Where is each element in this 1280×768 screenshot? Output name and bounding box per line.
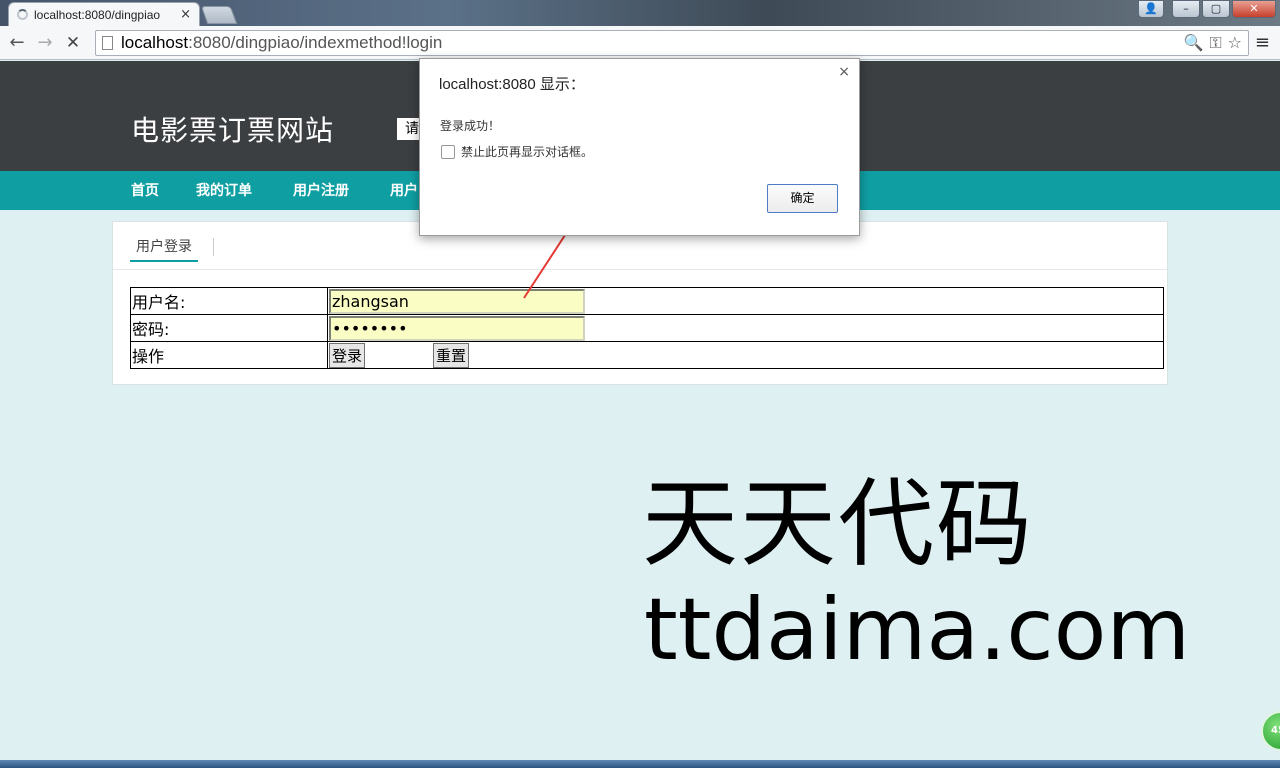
tab-user-login[interactable]: 用户登录 xyxy=(130,236,198,262)
browser-titlebar: localhost:8080/dingpiao × 👤 – ▢ ✕ xyxy=(0,0,1280,26)
loading-spinner-icon xyxy=(17,9,28,20)
action-cell: 登录 重置 xyxy=(327,341,1164,369)
address-bar-actions: 🔍 ⚿ ☆ xyxy=(1184,33,1242,53)
suppress-dialogs-checkbox[interactable] xyxy=(441,144,455,159)
site-title: 电影票订票网站 xyxy=(131,114,335,147)
os-taskbar xyxy=(0,760,1280,768)
password-cell xyxy=(327,314,1164,342)
dialog-ok-button[interactable]: 确定 xyxy=(767,184,838,213)
floating-badge[interactable]: 45 xyxy=(1261,711,1280,751)
bookmark-star-icon[interactable]: ☆ xyxy=(1228,33,1242,53)
password-label: 密码: xyxy=(130,314,328,342)
minimize-button[interactable]: – xyxy=(1172,0,1200,18)
dialog-message: 登录成功！ xyxy=(440,119,501,133)
username-field[interactable] xyxy=(329,288,585,314)
suppress-dialogs-option: 禁止此页再显示对话框。 xyxy=(441,143,593,160)
key-icon[interactable]: ⚿ xyxy=(1209,33,1221,53)
browser-menu-icon[interactable]: ≡ xyxy=(1255,32,1270,53)
zoom-icon[interactable]: 🔍 xyxy=(1184,33,1204,53)
nav-item-my-orders[interactable]: 我的订单 xyxy=(196,180,252,200)
username-label: 用户名: xyxy=(130,287,328,315)
stop-loading-icon[interactable]: ✕ xyxy=(62,32,84,54)
login-button[interactable]: 登录 xyxy=(329,342,366,368)
nav-item-user[interactable]: 用户 xyxy=(390,180,418,200)
tab-close-icon[interactable]: × xyxy=(180,7,191,22)
new-tab-button[interactable] xyxy=(200,6,238,24)
nav-item-register[interactable]: 用户注册 xyxy=(293,180,349,200)
reset-button[interactable]: 重置 xyxy=(433,342,470,368)
tab-title: localhost:8080/dingpiao xyxy=(34,7,161,22)
password-field[interactable] xyxy=(329,315,585,341)
browser-toolbar: ← → ✕ localhost:8080/dingpiao/indexmetho… xyxy=(0,26,1280,60)
username-cell xyxy=(327,287,1164,315)
dialog-close-icon[interactable]: × xyxy=(838,64,850,80)
login-form-table: 用户名: 密码: 操作 登录 重置 xyxy=(130,287,1164,369)
address-url: localhost:8080/dingpiao/indexmethod!logi… xyxy=(121,33,443,52)
window-close-button[interactable]: ✕ xyxy=(1232,0,1276,18)
nav-item-home[interactable]: 首页 xyxy=(131,180,159,200)
watermark-cn: 天天代码 xyxy=(642,468,1034,580)
forward-arrow-icon[interactable]: → xyxy=(34,32,56,54)
table-row: 操作 登录 重置 xyxy=(130,341,1164,369)
page-icon xyxy=(102,36,113,50)
tab-divider xyxy=(213,238,214,256)
alert-dialog: × localhost:8080 显示： 登录成功！ 禁止此页再显示对话框。 确… xyxy=(419,58,860,236)
window-controls: 👤 – ▢ ✕ xyxy=(1138,0,1276,18)
back-arrow-icon[interactable]: ← xyxy=(6,32,28,54)
table-row: 用户名: xyxy=(130,287,1164,315)
dialog-title: localhost:8080 显示： xyxy=(439,76,585,93)
maximize-button[interactable]: ▢ xyxy=(1202,0,1230,18)
user-profile-icon[interactable]: 👤 xyxy=(1138,0,1164,18)
address-bar[interactable]: localhost:8080/dingpiao/indexmethod!logi… xyxy=(95,30,1249,56)
action-label: 操作 xyxy=(130,341,328,369)
suppress-dialogs-label[interactable]: 禁止此页再显示对话框。 xyxy=(461,143,593,160)
browser-tab[interactable]: localhost:8080/dingpiao × xyxy=(8,2,200,26)
watermark-en: ttdaima.com xyxy=(644,580,1191,680)
table-row: 密码: xyxy=(130,314,1164,342)
login-panel: 用户登录 用户名: 密码: 操作 登录 重置 xyxy=(112,221,1168,385)
